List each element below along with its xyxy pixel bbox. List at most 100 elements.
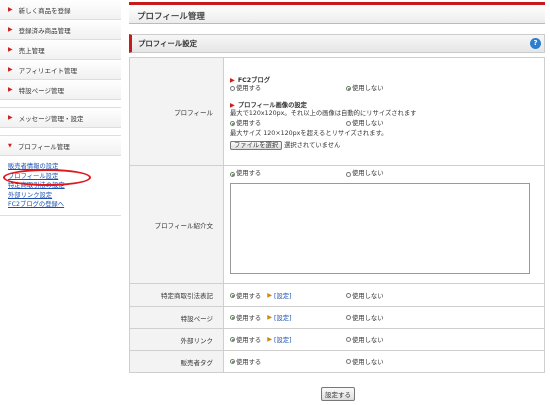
- triangle-icon: ▶: [230, 101, 235, 109]
- sub-link-external-links[interactable]: 外部リンク設定: [8, 190, 121, 200]
- radio-icon: [346, 292, 351, 298]
- sidebar-item-affiliate[interactable]: ▶ アフィリエイト管理: [0, 60, 121, 80]
- sidebar-item-label: 売上管理: [18, 46, 45, 55]
- sidebar-item-registered-products[interactable]: ▶ 登録済み商品管理: [0, 20, 121, 40]
- file-row: ファイルを選択 選択されていません: [230, 140, 538, 151]
- radio-icon: [346, 171, 351, 177]
- profile-settings-cell: ▶ FC2ブログ 使用する 使用しない ▶ プロフィール画像の設定 最大で120x12…: [223, 57, 545, 166]
- radio-group: 使用する 使用しない: [230, 119, 538, 129]
- sidebar-item-label: 新しく商品を登録: [18, 6, 71, 15]
- triangle-icon: ▶: [230, 76, 235, 84]
- table-row: 外部リンク 使用する ▶ [設定] 使用しない: [129, 328, 545, 351]
- radio-use[interactable]: 使用する ▶ [設定]: [230, 313, 346, 322]
- radio-use[interactable]: 使用する: [230, 84, 346, 94]
- radio-checked-icon: [230, 315, 235, 320]
- option-cell: 使用する ▶ [設定] 使用しない: [223, 306, 545, 329]
- radio-nouse[interactable]: 使用しない: [346, 313, 462, 322]
- bio-cell: 使用する 使用しない: [223, 165, 545, 284]
- page-title: プロフィール管理: [129, 2, 545, 24]
- fc2-blog-heading: ▶ FC2ブログ: [230, 75, 538, 84]
- table-row: 特定商取引法表記 使用する ▶ [設定] 使用しない: [129, 283, 545, 307]
- radio-checked-icon: [230, 359, 235, 364]
- radio-label: 使用しない: [352, 337, 384, 344]
- radio-label: 使用する: [236, 337, 262, 344]
- bio-textarea[interactable]: [230, 183, 530, 274]
- sidebar-item-label: メッセージ管理・設定: [18, 114, 84, 123]
- sidebar-item-messages[interactable]: ▶ メッセージ管理・設定: [0, 108, 121, 128]
- radio-use[interactable]: 使用する ▶ [設定]: [230, 335, 346, 344]
- settings-link[interactable]: [設定]: [274, 335, 292, 344]
- sidebar-item-sales[interactable]: ▶ 売上管理: [0, 40, 121, 60]
- radio-use[interactable]: 使用する: [230, 119, 346, 129]
- arrow-right-icon: ▶: [8, 114, 13, 121]
- radio-nouse[interactable]: 使用しない: [346, 119, 462, 129]
- radio-label: 使用しない: [352, 119, 384, 127]
- fc2-blog-title: FC2ブログ: [237, 76, 271, 84]
- settings-link[interactable]: [設定]: [274, 313, 292, 322]
- row-label: 外部リンク: [129, 328, 224, 351]
- table-row: プロフィール ▶ FC2ブログ 使用する 使用しない ▶ プロフィール画像の設定 最大…: [129, 57, 545, 166]
- triangle-icon: ▶: [267, 314, 273, 321]
- sidebar-item-new-product[interactable]: ▶ 新しく商品を登録: [0, 0, 121, 20]
- radio-checked-icon: [346, 86, 351, 91]
- row-label: 販売者タグ: [129, 350, 224, 373]
- submit-button[interactable]: 設定する: [321, 387, 355, 401]
- option-cell: 使用する 使用しない: [223, 350, 545, 373]
- option-cell: 使用する ▶ [設定] 使用しない: [223, 283, 545, 307]
- arrow-down-icon: ▼: [8, 142, 12, 149]
- file-status: 選択されていません: [284, 141, 341, 149]
- row-label: 特設ページ: [129, 306, 224, 329]
- arrow-right-icon: ▶: [8, 26, 13, 33]
- table-row: 特設ページ 使用する ▶ [設定] 使用しない: [129, 306, 545, 329]
- highlight-circle: [3, 169, 91, 186]
- table-row: 販売者タグ 使用する 使用しない: [129, 350, 545, 373]
- radio-checked-icon: [230, 121, 235, 126]
- radio-label: 使用しない: [352, 170, 384, 177]
- radio-nouse[interactable]: 使用しない: [346, 169, 462, 179]
- radio-checked-icon: [230, 171, 235, 177]
- radio-label: 使用しない: [352, 292, 384, 300]
- image-heading: ▶ プロフィール画像の設定: [230, 100, 538, 109]
- help-icon[interactable]: ?: [530, 38, 541, 49]
- radio-icon: [230, 86, 235, 91]
- radio-label: 使用する: [236, 315, 262, 322]
- radio-checked-icon: [230, 292, 235, 298]
- radio-nouse[interactable]: 使用しない: [346, 335, 462, 344]
- radio-nouse[interactable]: 使用しない: [346, 357, 462, 366]
- sidebar-item-label: 特設ページ管理: [18, 86, 64, 95]
- resize-note: 最大サイズ 120×120pxを超えるとリサイズされます。: [230, 129, 388, 137]
- image-heading-title: プロフィール画像の設定: [237, 101, 307, 109]
- radio-label: 使用する: [236, 292, 262, 300]
- sub-link-fc2-blog[interactable]: FC2ブログの登録へ: [8, 199, 121, 209]
- radio-icon: [346, 121, 351, 126]
- settings-link[interactable]: [設定]: [274, 291, 292, 300]
- radio-label: 使用する: [236, 170, 262, 177]
- radio-label: 使用しない: [352, 359, 384, 366]
- divider: [0, 128, 121, 136]
- section-title: プロフィール設定: [138, 39, 197, 48]
- table-row: プロフィール紹介文 使用する 使用しない: [129, 165, 545, 284]
- radio-use[interactable]: 使用する: [230, 169, 346, 179]
- radio-checked-icon: [230, 337, 235, 342]
- sidebar-item-special-page[interactable]: ▶ 特設ページ管理: [0, 80, 121, 100]
- radio-nouse[interactable]: 使用しない: [346, 291, 462, 300]
- divider: [0, 100, 121, 108]
- triangle-icon: ▶: [267, 336, 273, 343]
- radio-label: 使用しない: [352, 315, 384, 322]
- arrow-right-icon: ▶: [8, 46, 13, 53]
- radio-icon: [346, 315, 351, 320]
- radio-use[interactable]: 使用する ▶ [設定]: [230, 291, 346, 300]
- radio-use[interactable]: 使用する: [230, 357, 346, 366]
- radio-icon: [346, 359, 351, 364]
- image-note: 最大で120x120px。それ以上の画像は自動的にリサイズされます: [230, 109, 417, 117]
- radio-label: 使用する: [236, 84, 262, 92]
- sidebar-item-label: プロフィール管理: [17, 142, 70, 151]
- row-label: プロフィール紹介文: [129, 165, 224, 284]
- radio-nouse[interactable]: 使用しない: [346, 84, 462, 94]
- file-select-button[interactable]: ファイルを選択: [230, 140, 283, 150]
- radio-label: 使用する: [236, 359, 262, 366]
- sidebar-item-profile[interactable]: ▼ プロフィール管理: [0, 136, 121, 156]
- row-label: 特定商取引法表記: [129, 283, 224, 307]
- radio-label: 使用しない: [352, 84, 384, 92]
- main-content: プロフィール管理 プロフィール設定 ? プロフィール ▶ FC2ブログ 使用する使…: [129, 2, 545, 373]
